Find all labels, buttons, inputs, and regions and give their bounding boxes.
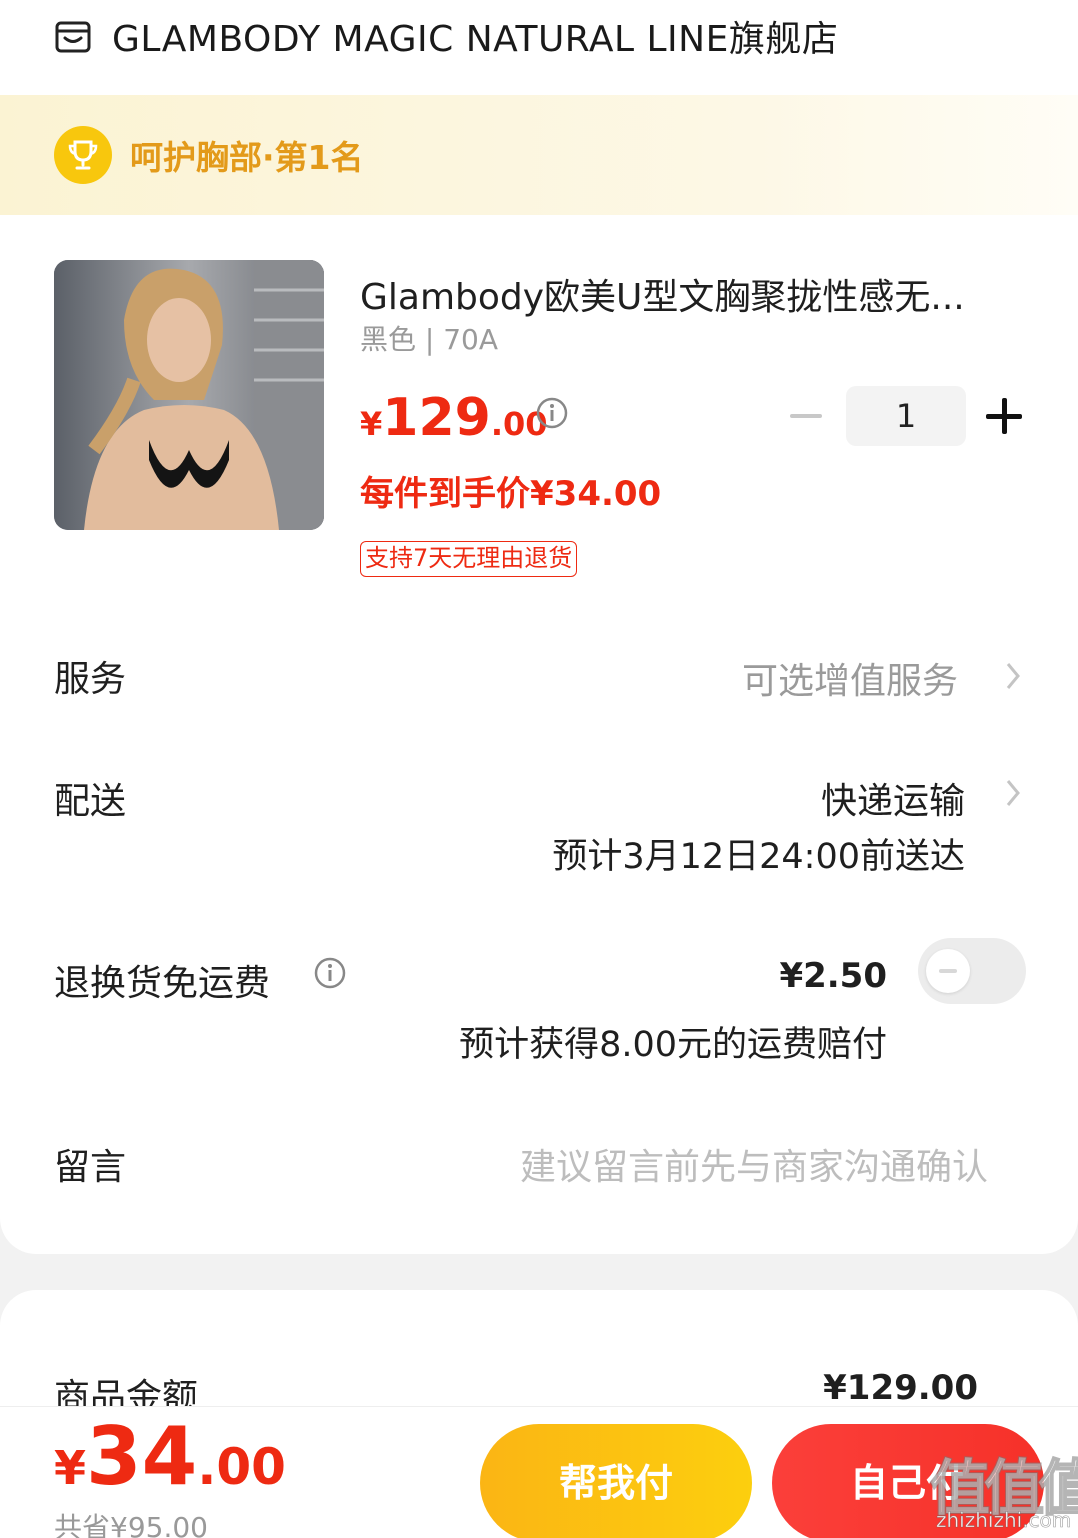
- message-input[interactable]: 建议留言前先与商家沟通确认: [520, 1138, 988, 1190]
- service-label: 服务: [54, 659, 127, 700]
- product-title[interactable]: Glambody欧美U型文胸聚拢性感无...: [360, 268, 1010, 320]
- price-symbol: ¥: [360, 405, 383, 443]
- delivery-label: 配送: [54, 781, 127, 822]
- help-pay-button[interactable]: 帮我付: [480, 1424, 752, 1538]
- store-name: GLAMBODY MAGIC NATURAL LINE旗舰店: [112, 19, 839, 60]
- goods-amount-value: ¥129.00: [823, 1368, 978, 1408]
- return-shipping-price: ¥2.50: [779, 956, 887, 996]
- return-shipping-note: 预计获得8.00元的运费赔付: [459, 1025, 887, 1065]
- quantity-decrease-button[interactable]: [790, 414, 822, 418]
- rank-banner[interactable]: 呵护胸部·第1名: [0, 95, 1078, 215]
- store-header[interactable]: GLAMBODY MAGIC NATURAL LINE旗舰店: [54, 12, 838, 60]
- message-label: 留言: [54, 1147, 127, 1188]
- return-shipping-toggle[interactable]: [918, 938, 1026, 1004]
- product-price: ¥ 129 .00: [360, 388, 548, 448]
- total-price: ¥ 34 .00: [54, 1410, 286, 1503]
- quantity-input[interactable]: 1: [846, 386, 966, 446]
- service-chevron-icon[interactable]: [1003, 660, 1023, 692]
- watermark-url: zhizhizhi.com: [936, 1508, 1072, 1533]
- return-shipping-label: 退换货免运费: [54, 963, 271, 1004]
- toggle-knob: [926, 949, 970, 993]
- product-image[interactable]: [54, 260, 324, 530]
- trophy-icon: [54, 126, 112, 184]
- return-badge: 支持7天无理由退货: [360, 541, 578, 577]
- total-integer: 34: [86, 1410, 198, 1503]
- store-icon: [55, 21, 91, 53]
- quantity-increase-button[interactable]: [986, 398, 1022, 434]
- price-integer: 129: [382, 388, 491, 448]
- delivery-value[interactable]: 快递运输: [821, 772, 965, 824]
- total-decimal: .00: [197, 1438, 286, 1496]
- per-item-price: 每件到手价¥34.00: [360, 474, 662, 514]
- total-symbol: ¥: [54, 1441, 87, 1495]
- saved-amount: 共省¥95.00: [54, 1511, 208, 1538]
- product-sku[interactable]: 黑色 | 70A: [360, 318, 498, 358]
- delivery-eta: 预计3月12日24:00前送达: [552, 837, 965, 877]
- delivery-chevron-icon[interactable]: [1003, 777, 1023, 809]
- price-info-icon[interactable]: [536, 397, 568, 429]
- service-value[interactable]: 可选增值服务: [742, 652, 958, 704]
- return-shipping-info-icon[interactable]: [314, 957, 346, 989]
- rank-text: 呵护胸部·第1名: [130, 138, 364, 177]
